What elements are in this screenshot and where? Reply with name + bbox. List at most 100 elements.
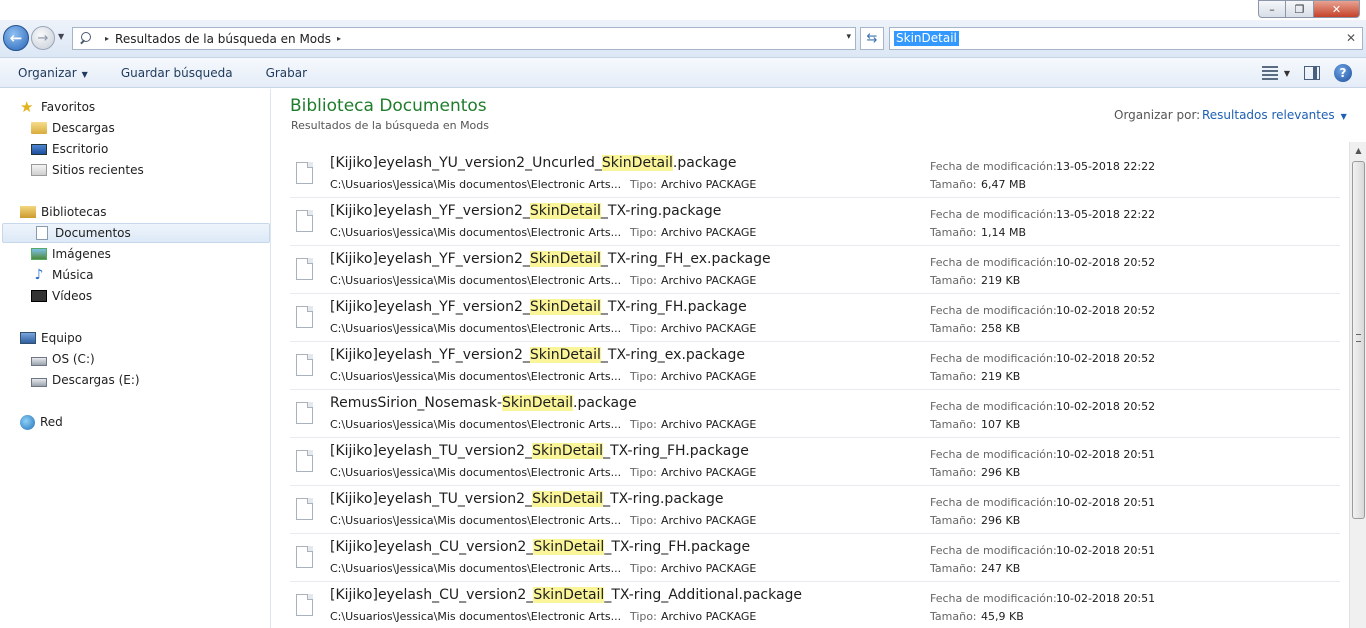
file-type: Archivo PACKAGE [661,610,757,623]
search-input[interactable]: SkinDetail ✕ [889,27,1363,50]
address-dropdown-button[interactable]: ▾ [846,32,851,42]
sidebar-item-libraries[interactable]: Bibliotecas [0,202,270,222]
file-name[interactable]: [Kijiko]eyelash_YU_version2_Uncurled_Ski… [330,155,736,171]
file-size: 1,14 MB [981,226,1027,239]
file-name[interactable]: [Kijiko]eyelash_YF_version2_SkinDetail_T… [330,347,745,363]
clear-search-icon[interactable]: ✕ [1346,31,1356,45]
file-path: C:\Usuarios\Jessica\Mis documentos\Elect… [330,226,622,239]
sidebar-item-label: Música [52,268,94,282]
file-size-label: Tamaño: [930,370,977,383]
minimize-button[interactable]: – [1258,0,1286,18]
file-name-suffix: _TX-ring_ex.package [600,347,745,363]
file-path: C:\Usuarios\Jessica\Mis documentos\Elect… [330,274,622,287]
search-match-highlight: SkinDetail [601,155,673,171]
organize-button[interactable]: Organizar ▼ [0,66,103,80]
sidebar-item-network[interactable]: Red [0,412,270,432]
search-match-highlight: SkinDetail [529,203,601,219]
burn-button[interactable]: Grabar [248,66,323,80]
back-button[interactable]: ← [3,25,29,51]
sidebar-item-label: Vídeos [52,289,93,303]
file-row[interactable]: RemusSirion_Nosemask-SkinDetail.package C… [290,390,1340,438]
file-name[interactable]: [Kijiko]eyelash_TU_version2_SkinDetail_T… [330,491,724,507]
file-size-label: Tamaño: [930,562,977,575]
file-name-suffix: _TX-ring.package [600,203,722,219]
breadcrumb-separator-end[interactable]: ▸ [337,34,341,43]
sidebar-item-documents[interactable]: Documentos [2,223,270,243]
file-type-label: Tipo: [630,610,657,623]
pictures-icon [31,248,47,260]
views-dropdown-icon[interactable]: ▼ [1284,69,1290,78]
help-icon[interactable]: ? [1334,64,1352,82]
file-name[interactable]: RemusSirion_Nosemask-SkinDetail.package [330,395,637,411]
modified-date-label: Fecha de modificación: [930,592,1057,605]
file-name-suffix: _TX-ring.package [603,491,724,507]
file-row[interactable]: [Kijiko]eyelash_YF_version2_SkinDetail_T… [290,342,1340,390]
file-row[interactable]: [Kijiko]eyelash_CU_version2_SkinDetail_T… [290,534,1340,582]
file-row[interactable]: [Kijiko]eyelash_YF_version2_SkinDetail_T… [290,198,1340,246]
close-button[interactable]: ✕ [1314,0,1360,18]
file-icon [296,258,313,280]
file-row[interactable]: [Kijiko]eyelash_YF_version2_SkinDetail_T… [290,294,1340,342]
file-name[interactable]: [Kijiko]eyelash_YF_version2_SkinDetail_T… [330,299,747,315]
file-name-suffix: _TX-ring_Additional.package [604,587,803,603]
file-type: Archivo PACKAGE [661,466,757,479]
file-size-label: Tamaño: [930,514,977,527]
forward-button[interactable]: → [31,26,55,50]
chevron-down-icon: ▼ [81,69,88,79]
file-row[interactable]: [Kijiko]eyelash_TU_version2_SkinDetail_T… [290,486,1340,534]
search-input-value[interactable]: SkinDetail [894,31,959,46]
file-name-prefix: [Kijiko]eyelash_CU_version2_ [330,587,534,603]
file-size: 296 KB [981,466,1021,479]
sidebar-item-drive-c[interactable]: OS (C:) [0,349,270,369]
downloads-folder-icon [31,122,47,134]
refresh-button[interactable]: ⇆ [860,27,884,50]
file-path: C:\Usuarios\Jessica\Mis documentos\Elect… [330,370,622,383]
file-row[interactable]: [Kijiko]eyelash_YF_version2_SkinDetail_T… [290,246,1340,294]
sidebar-item-downloads[interactable]: Descargas [0,118,270,138]
file-name[interactable]: [Kijiko]eyelash_CU_version2_SkinDetail_T… [330,587,802,603]
page-subtitle: Resultados de la búsqueda en Mods [291,119,490,132]
file-name-suffix: _TX-ring_FH_ex.package [600,251,771,267]
hard-drive-icon [31,356,47,366]
file-name[interactable]: [Kijiko]eyelash_YF_version2_SkinDetail_T… [330,251,771,267]
file-path: C:\Usuarios\Jessica\Mis documentos\Elect… [330,610,622,623]
file-row[interactable]: [Kijiko]eyelash_TU_version2_SkinDetail_T… [290,438,1340,486]
sidebar-item-videos[interactable]: Vídeos [0,286,270,306]
sidebar-item-pictures[interactable]: Imágenes [0,244,270,264]
sidebar-item-favorites[interactable]: ★ Favoritos [0,97,270,117]
sidebar-item-desktop[interactable]: Escritorio [0,139,270,159]
search-match-highlight: SkinDetail [533,587,605,603]
address-bar[interactable]: ▸ Resultados de la búsqueda en Mods ▸ ▾ [72,27,856,50]
scroll-thumb[interactable] [1352,161,1365,519]
sidebar-item-music[interactable]: ♪ Música [0,265,270,285]
sidebar-item-drive-e[interactable]: Descargas (E:) [0,370,270,390]
sidebar-item-recent-places[interactable]: Sitios recientes [0,160,270,180]
file-name[interactable]: [Kijiko]eyelash_TU_version2_SkinDetail_T… [330,443,749,459]
sidebar-item-computer[interactable]: Equipo [0,328,270,348]
scroll-up-button[interactable]: ▲ [1350,142,1366,159]
file-name-suffix: .package [672,155,737,171]
vertical-scrollbar[interactable]: ▲ [1349,142,1366,628]
file-row[interactable]: [Kijiko]eyelash_CU_version2_SkinDetail_T… [290,582,1340,628]
organize-label: Organizar [18,65,77,80]
sort-dropdown[interactable]: Resultados relevantes ▼ [1202,108,1347,122]
file-size-label: Tamaño: [930,226,977,239]
file-type-label: Tipo: [630,274,657,287]
film-icon [31,290,47,302]
maximize-button[interactable]: ❐ [1286,0,1314,18]
save-search-button[interactable]: Guardar búsqueda [103,66,248,80]
views-icon[interactable] [1261,66,1278,80]
breadcrumb-separator[interactable]: ▸ [105,34,109,43]
file-name[interactable]: [Kijiko]eyelash_CU_version2_SkinDetail_T… [330,539,750,555]
file-name-prefix: [Kijiko]eyelash_YF_version2_ [330,251,530,267]
modified-date-label: Fecha de modificación: [930,352,1057,365]
modified-date-label: Fecha de modificación: [930,448,1057,461]
file-icon [296,402,313,424]
preview-pane-icon[interactable] [1304,66,1320,80]
file-type-label: Tipo: [630,514,657,527]
modified-date: 10-02-2018 20:52 [1056,352,1156,365]
file-name[interactable]: [Kijiko]eyelash_YF_version2_SkinDetail_T… [330,203,721,219]
breadcrumb-location[interactable]: Resultados de la búsqueda en Mods [115,32,331,46]
file-row[interactable]: [Kijiko]eyelash_YU_version2_Uncurled_Ski… [290,150,1340,198]
recent-pages-dropdown[interactable]: ▼ [58,32,64,41]
